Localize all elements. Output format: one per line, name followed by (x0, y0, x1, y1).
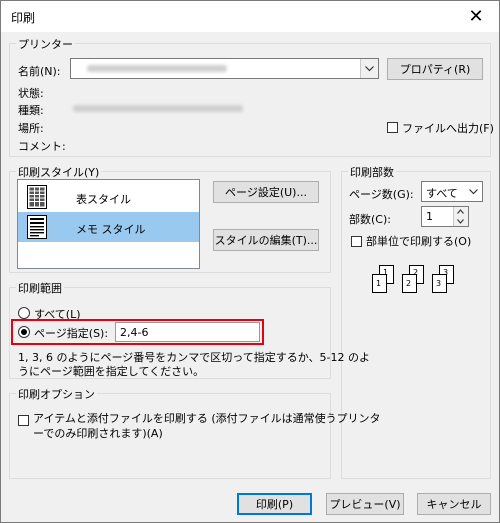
type-label: 種類: (18, 104, 44, 117)
type-value-redacted (73, 105, 243, 112)
collated-pages-1-icon: 1 1 (372, 265, 394, 293)
status-label: 状態: (18, 87, 44, 100)
copies-stepper[interactable] (453, 207, 468, 226)
collated-pages-2-icon: 2 2 (402, 265, 424, 293)
preview-button[interactable]: プレビュー(V) (326, 493, 404, 515)
list-item-label: 表スタイル (76, 193, 131, 206)
copies-input[interactable]: 1 (421, 206, 469, 227)
print-to-file-checkbox[interactable] (387, 122, 398, 133)
window-title: 印刷 (11, 11, 36, 25)
svg-text:1: 1 (383, 268, 388, 277)
copies-group-label: 印刷部数 (348, 164, 396, 180)
copies-value: 1 (426, 210, 433, 223)
cancel-button[interactable]: キャンセル (417, 493, 491, 515)
pages-range-input[interactable]: 2,4-6 (115, 322, 260, 342)
printer-name-select[interactable] (70, 58, 379, 79)
svg-text:1: 1 (376, 279, 381, 288)
svg-text:3: 3 (436, 279, 441, 288)
collate-label[interactable]: 部単位で印刷する(O) (366, 233, 471, 249)
print-options-group-label: 印刷オプション (16, 386, 97, 402)
print-style-group-label: 印刷スタイル(Y) (16, 164, 102, 180)
memo-style-icon (27, 215, 47, 239)
chevron-up-icon[interactable] (457, 209, 464, 214)
print-style-list[interactable]: 表スタイル メモ スタイル (17, 179, 200, 269)
pages-range-value: 2,4-6 (120, 326, 149, 339)
print-dialog: 印刷 ✕ プリンター 名前(N): プロパティ(R) 状態: 種類: 場所: コ… (0, 0, 500, 523)
list-item-table-style[interactable]: 表スタイル (18, 182, 199, 212)
pages-count-select[interactable]: すべて (421, 181, 483, 202)
attachments-label-line1[interactable]: アイテムと添付ファイルを印刷する (添付ファイルは通常使うプリンタ (33, 410, 380, 426)
attachments-checkbox[interactable] (18, 415, 29, 426)
chevron-down-icon[interactable] (360, 59, 378, 78)
print-to-file-label[interactable]: ファイルへ出力(F) (402, 120, 494, 136)
copies-label: 部数(C): (349, 213, 391, 226)
svg-text:3: 3 (443, 268, 448, 277)
range-all-radio[interactable] (18, 307, 30, 319)
printer-name-label: 名前(N): (18, 65, 61, 78)
collate-checkbox[interactable] (351, 236, 362, 247)
attachments-label-line2[interactable]: ーでのみ印刷されます)(A) (33, 425, 163, 441)
chevron-down-icon[interactable] (457, 219, 464, 224)
range-pages-label[interactable]: ページ指定(S): (34, 325, 108, 341)
range-hint-line2: うにページ範囲を指定してください。 (18, 365, 205, 378)
location-label: 場所: (18, 122, 44, 135)
svg-text:2: 2 (413, 268, 418, 277)
svg-text:2: 2 (406, 279, 411, 288)
title-bar: 印刷 ✕ (1, 1, 499, 32)
page-setup-button[interactable]: ページ設定(U)... (213, 181, 319, 203)
table-style-icon (27, 185, 47, 209)
list-item-label: メモ スタイル (76, 223, 146, 236)
pages-count-value: すべて (426, 187, 458, 200)
printer-group-label: プリンター (16, 36, 75, 52)
chevron-down-icon[interactable] (469, 189, 478, 195)
printer-name-redacted (87, 65, 227, 72)
range-pages-radio[interactable] (18, 326, 30, 338)
close-icon[interactable]: ✕ (453, 1, 499, 32)
list-item-memo-style[interactable]: メモ スタイル (18, 212, 199, 242)
print-range-group-label: 印刷範囲 (16, 280, 64, 296)
comment-label: コメント: (18, 140, 66, 153)
print-button[interactable]: 印刷(P) (237, 493, 312, 515)
properties-button[interactable]: プロパティ(R) (387, 58, 483, 80)
pages-count-label: ページ数(G): (349, 188, 414, 201)
collated-pages-3-icon: 3 3 (432, 265, 454, 293)
edit-style-button[interactable]: スタイルの編集(T)... (213, 229, 319, 251)
